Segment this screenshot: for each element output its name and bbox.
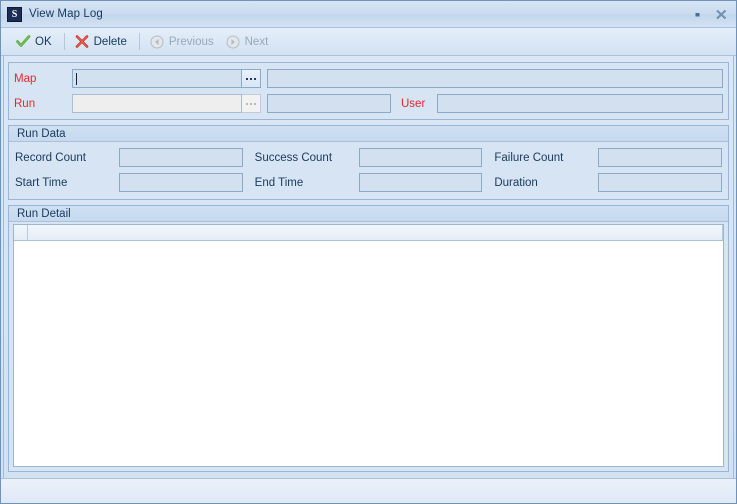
run-label: Run — [14, 97, 36, 110]
user-field — [437, 94, 723, 113]
client-area: Map Run User Run Data Record Count Succe… — [1, 56, 736, 478]
dot-3 — [254, 102, 256, 105]
previous-button-label: Previous — [168, 35, 214, 48]
failure-count-cell: Failure Count — [494, 148, 723, 167]
ok-button-label: OK — [35, 35, 52, 48]
run-description-field — [267, 94, 391, 113]
record-count-label: Record Count — [15, 151, 86, 164]
check-icon — [15, 34, 31, 50]
view-map-log-window: S View Map Log OK Delete Previous Next M… — [0, 0, 737, 504]
delete-button-label: Delete — [93, 35, 127, 48]
restore-icon — [695, 12, 699, 16]
toolbar-separator-2 — [138, 33, 140, 50]
duration-field — [598, 173, 723, 192]
success-count-label: Success Count — [254, 151, 333, 164]
previous-button[interactable]: Previous — [145, 31, 221, 52]
arrow-left-circle-icon — [149, 34, 165, 50]
failure-count-label: Failure Count — [494, 151, 564, 164]
map-run-panel: Map Run User — [8, 62, 729, 120]
run-data-group: Run Data Record Count Success Count Fail… — [8, 125, 729, 200]
ok-button[interactable]: OK — [11, 31, 59, 52]
duration-label: Duration — [494, 176, 538, 189]
dot-1 — [246, 102, 248, 105]
record-count-cell: Record Count — [15, 148, 243, 167]
toolbar: OK Delete Previous Next — [1, 28, 736, 56]
dot-2 — [250, 102, 252, 105]
grid-row-indicator-header[interactable] — [14, 225, 28, 240]
end-time-cell: End Time — [255, 173, 483, 192]
dot-3 — [254, 77, 256, 80]
run-data-body: Record Count Success Count Failure Count — [9, 142, 728, 199]
run-detail-group: Run Detail — [8, 205, 729, 472]
duration-cell: Duration — [494, 173, 723, 192]
map-input[interactable] — [72, 69, 242, 88]
toolbar-separator-1 — [63, 33, 65, 50]
window-title: View Map Log — [29, 8, 103, 20]
end-time-field — [358, 173, 483, 192]
title-bar[interactable]: S View Map Log — [1, 1, 736, 28]
map-description-field — [267, 69, 723, 88]
dot-2 — [250, 77, 252, 80]
close-icon — [715, 9, 726, 19]
run-detail-grid[interactable] — [13, 224, 724, 467]
app-icon: S — [7, 6, 22, 22]
run-data-title: Run Data — [17, 127, 66, 140]
dot-1 — [246, 77, 248, 80]
run-data-row-1: Record Count Success Count Failure Count — [15, 148, 723, 167]
next-button-label: Next — [244, 35, 269, 48]
run-detail-title: Run Detail — [17, 207, 71, 220]
start-time-field — [119, 173, 243, 192]
run-detail-body — [9, 222, 728, 471]
run-browse-button[interactable] — [242, 94, 261, 113]
user-label: User — [401, 97, 426, 110]
grid-column-header-1[interactable] — [28, 225, 723, 240]
end-time-label: End Time — [254, 176, 304, 189]
start-time-cell: Start Time — [15, 173, 243, 192]
map-row: Map — [14, 69, 723, 88]
arrow-right-circle-icon — [225, 34, 241, 50]
next-button[interactable]: Next — [221, 31, 276, 52]
failure-count-field — [598, 148, 723, 167]
x-mark-icon — [74, 34, 90, 50]
run-detail-grid-header — [14, 224, 723, 241]
map-browse-button[interactable] — [242, 69, 261, 88]
run-data-group-header: Run Data — [9, 126, 728, 142]
success-count-cell: Success Count — [255, 148, 483, 167]
run-detail-group-header: Run Detail — [9, 206, 728, 222]
status-bar — [1, 478, 736, 503]
run-row: Run User — [14, 94, 723, 113]
close-button[interactable] — [710, 5, 732, 23]
run-detail-grid-body[interactable] — [14, 241, 723, 466]
success-count-field — [358, 148, 483, 167]
map-label: Map — [14, 72, 37, 85]
run-data-row-2: Start Time End Time Duration — [15, 173, 723, 192]
delete-button[interactable]: Delete — [70, 31, 134, 52]
record-count-field — [119, 148, 243, 167]
start-time-label: Start Time — [15, 176, 68, 189]
run-input[interactable] — [72, 94, 242, 113]
text-caret — [76, 72, 77, 85]
restore-button[interactable] — [686, 5, 708, 23]
